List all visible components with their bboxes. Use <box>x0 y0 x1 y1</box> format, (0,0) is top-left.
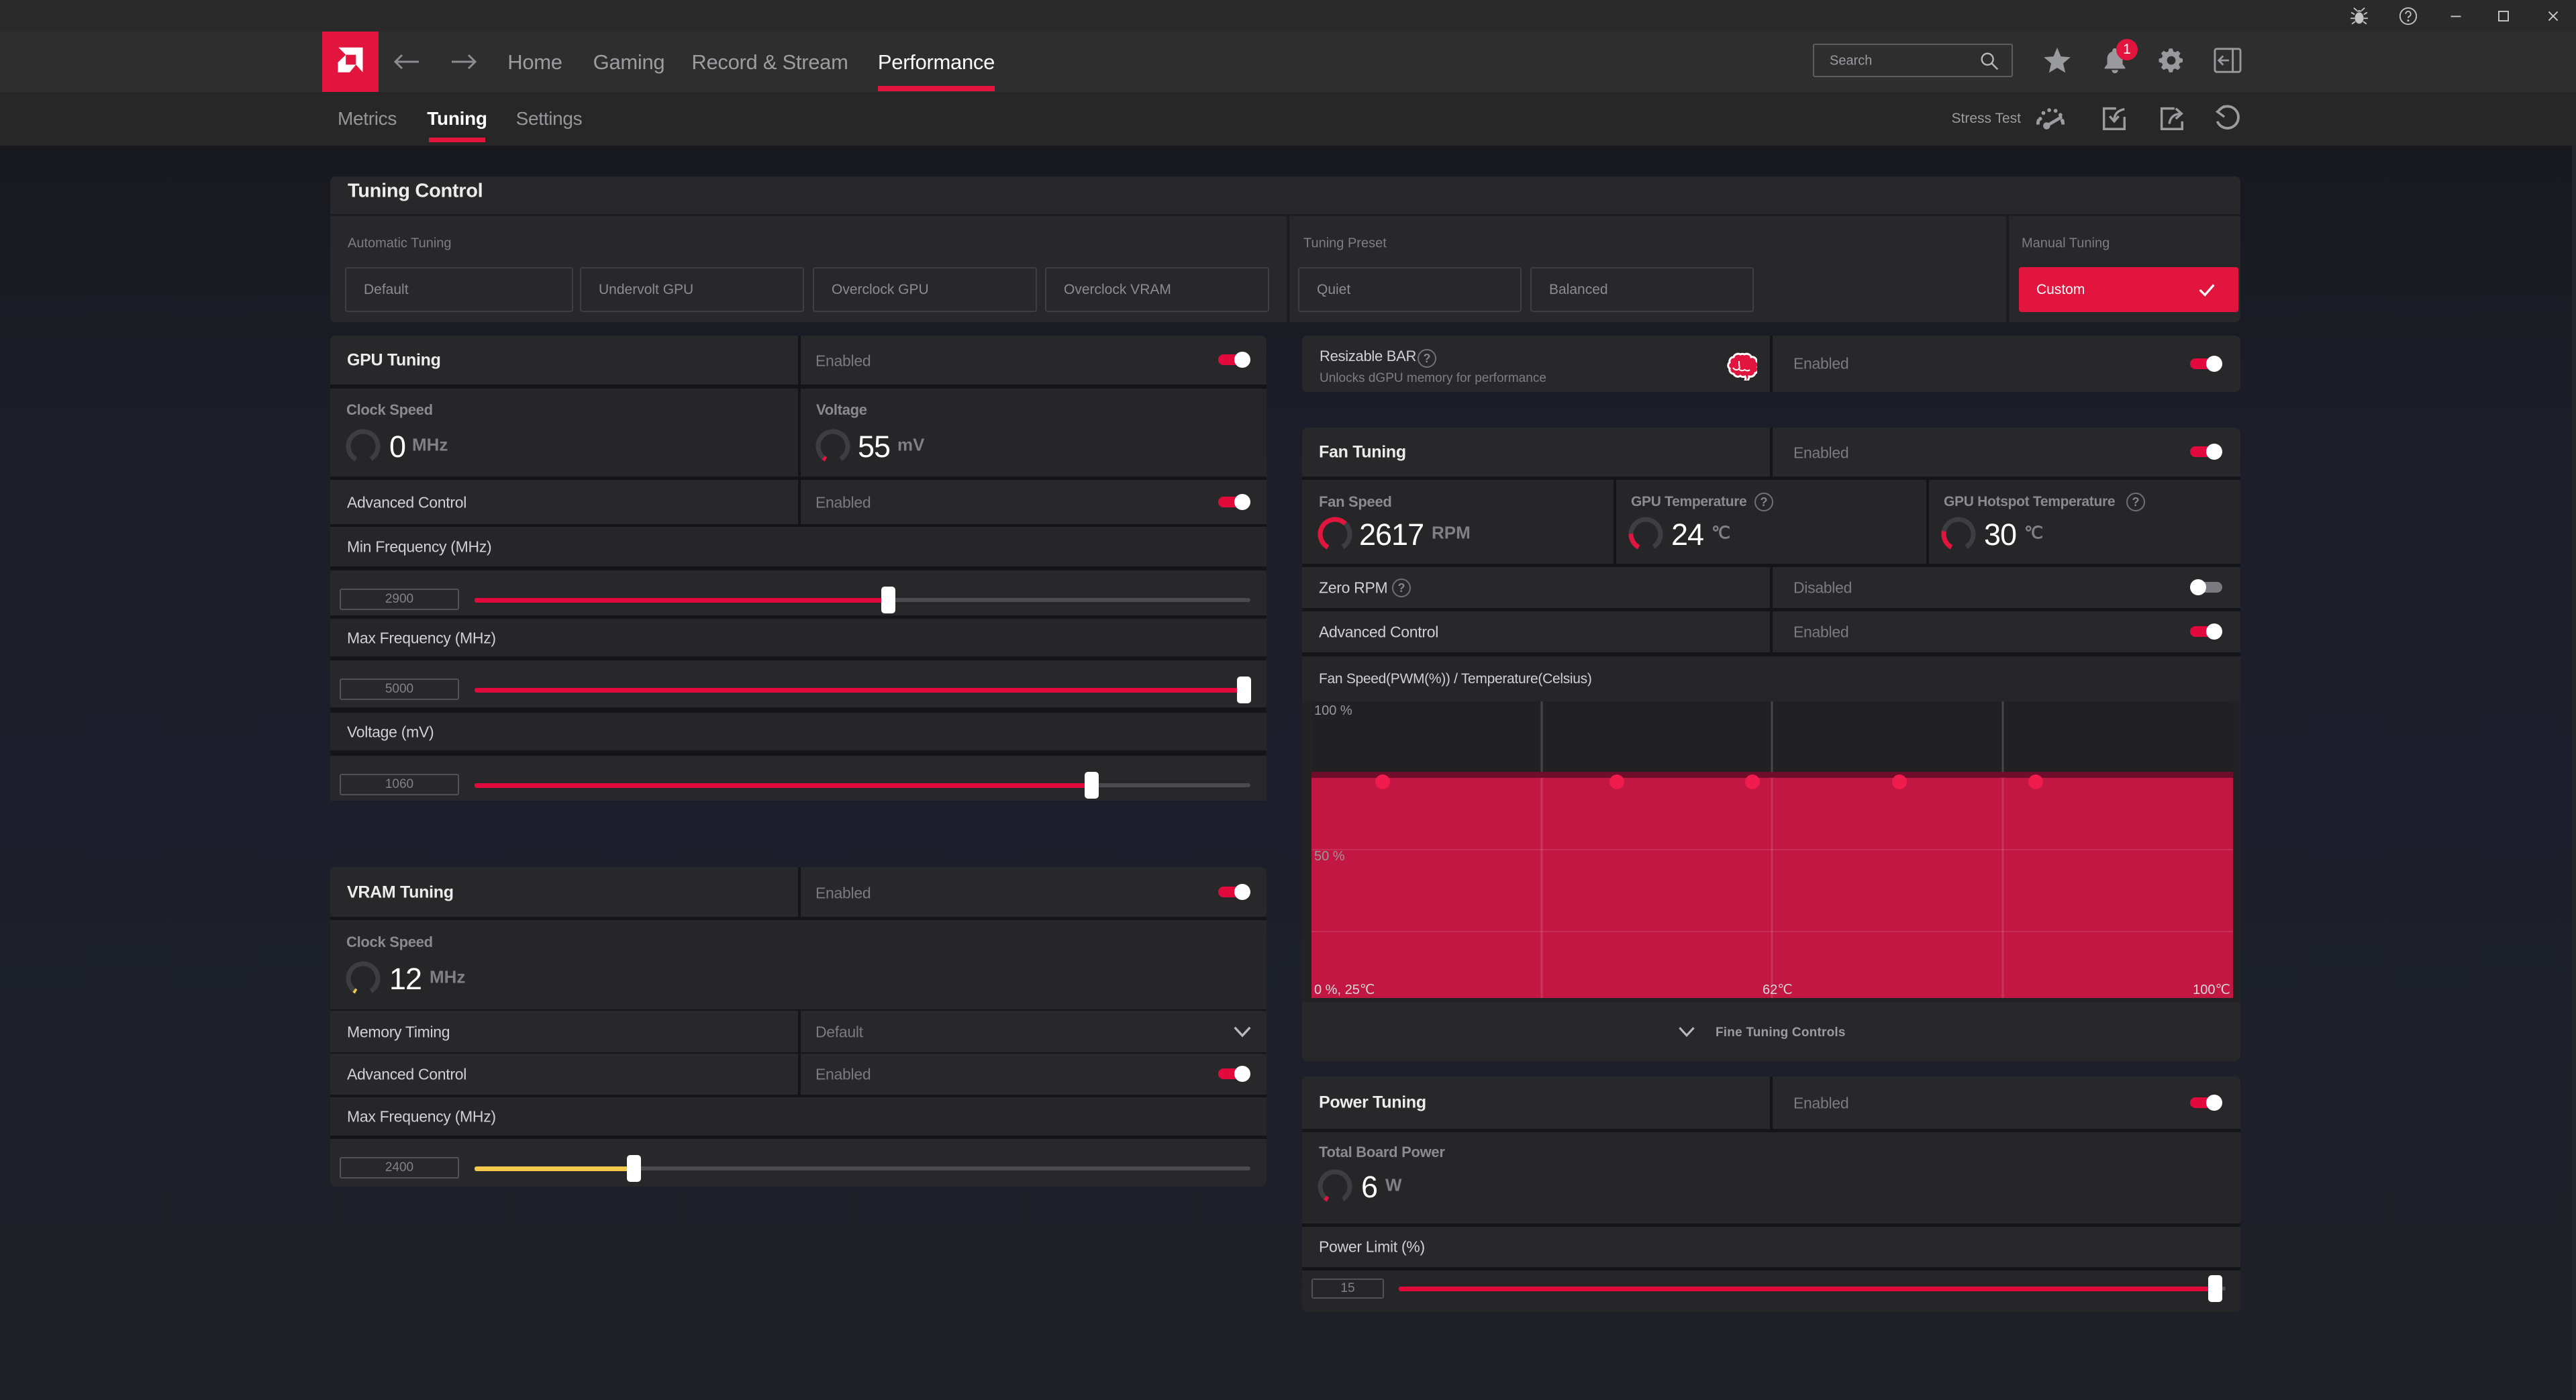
svg-text:0 %, 25℃: 0 %, 25℃ <box>1314 983 1375 997</box>
svg-text:100℃: 100℃ <box>2193 983 2230 997</box>
svg-text:62℃: 62℃ <box>1763 983 1793 997</box>
svg-text:50 %: 50 % <box>1314 849 1345 864</box>
svg-text:100 %: 100 % <box>1314 703 1352 718</box>
